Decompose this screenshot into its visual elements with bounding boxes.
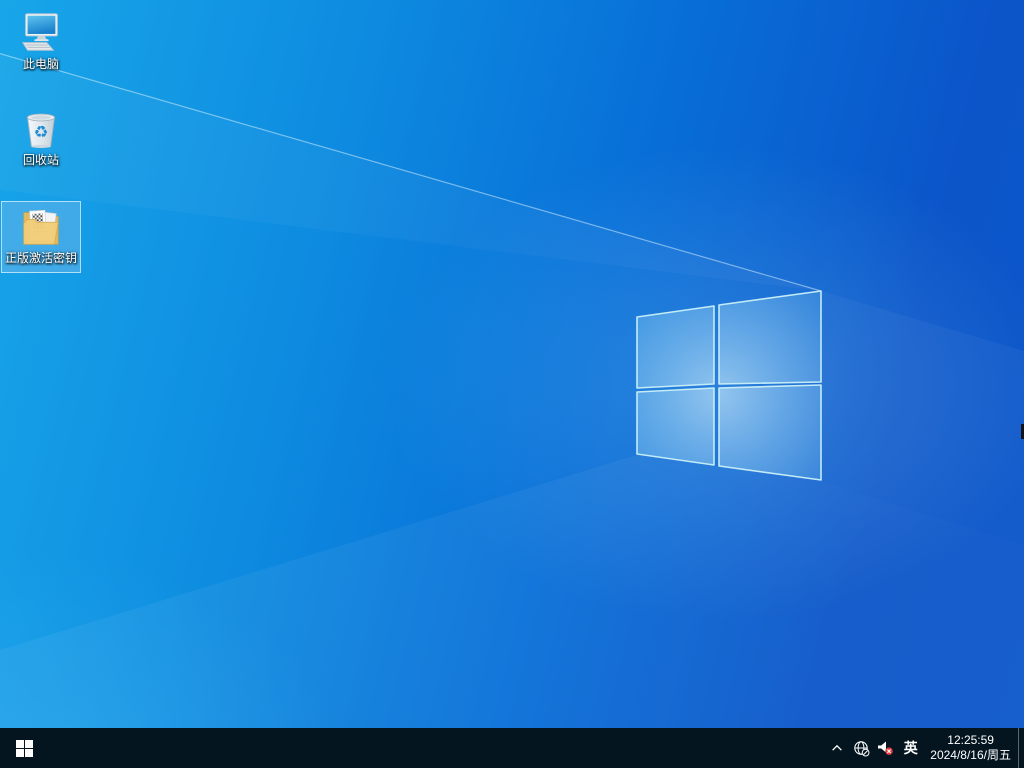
taskbar: 英 12:25:59 2024/8/16/周五 (0, 728, 1024, 768)
taskbar-empty-area (48, 728, 825, 768)
chevron-up-icon (832, 744, 843, 751)
wallpaper-light-rays (0, 52, 1024, 768)
system-tray: 英 12:25:59 2024/8/16/周五 (825, 728, 1024, 768)
hidden-icons-button[interactable] (825, 728, 849, 768)
windows-logo-watermark (636, 290, 822, 481)
globe-no-internet-icon (854, 740, 870, 757)
this-pc-icon (21, 13, 58, 51)
windows-start-icon (15, 739, 33, 757)
recycle-bin-icon: ♻ (26, 113, 56, 148)
speaker-muted-icon (878, 741, 894, 755)
desktop: 此电脑 ♻ 回收站 正版激活密钥 英 12:25:59 2024/8/16/周五 (0, 0, 1024, 768)
desktop-icon-this-pc[interactable]: 此电脑 (2, 8, 80, 78)
volume-tray-button[interactable] (873, 728, 897, 768)
network-tray-button[interactable] (849, 728, 873, 768)
clock-time: 12:25:59 (947, 733, 994, 747)
desktop-icon-label: 正版激活密钥 (4, 251, 77, 265)
clock-date: 2024/8/16/周五 (930, 748, 1011, 762)
desktop-icon-label: 此电脑 (22, 57, 59, 71)
desktop-icon-activation-key-folder[interactable]: 正版激活密钥 (1, 201, 81, 273)
start-button[interactable] (0, 728, 48, 768)
show-desktop-button[interactable] (1019, 728, 1024, 768)
desktop-icon-label: 回收站 (22, 153, 59, 167)
svg-text:♻: ♻ (34, 123, 49, 142)
taskbar-clock[interactable]: 12:25:59 2024/8/16/周五 (924, 728, 1018, 768)
ime-language-indicator[interactable]: 英 (897, 728, 924, 768)
folder-with-documents-icon (23, 209, 59, 245)
desktop-icon-recycle-bin[interactable]: ♻ 回收站 (2, 104, 80, 174)
